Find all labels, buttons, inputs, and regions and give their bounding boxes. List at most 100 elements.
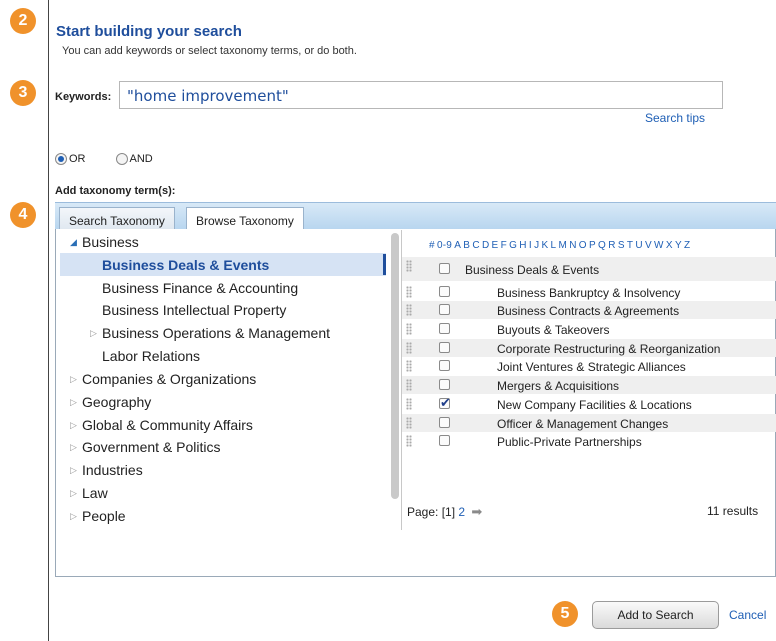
alpha-link[interactable]: T [627,240,633,251]
drag-handle-icon[interactable] [406,342,412,354]
tree-item-global-community[interactable]: ▷ Global & Community Affairs [70,417,253,433]
term-checkbox[interactable] [439,360,450,371]
collapsed-triangle-icon[interactable]: ▷ [70,397,77,408]
term-checkbox[interactable] [439,342,450,353]
tree-item-government[interactable]: ▷ Government & Politics [70,439,221,455]
tree-item-business-ip[interactable]: Business Intellectual Property [102,302,286,318]
or-radio[interactable] [55,153,67,165]
alpha-link[interactable]: F [501,240,507,251]
term-row[interactable]: New Company Facilities & Locations [402,395,776,413]
alpha-link[interactable]: Q [598,240,606,251]
or-radio-label: OR [69,153,86,165]
term-checkbox[interactable] [439,379,450,390]
add-to-search-button[interactable]: Add to Search [592,601,719,629]
next-arrow-icon[interactable]: ➡ [471,504,482,519]
tree-item-industries[interactable]: ▷ Industries [70,462,143,478]
search-tips-link[interactable]: Search tips [645,111,705,125]
term-checkbox[interactable] [439,286,450,297]
tree-item-companies[interactable]: ▷ Companies & Organizations [70,371,256,387]
keywords-input[interactable]: "home improvement" [119,81,723,109]
step-callout-4: 4 [10,202,36,228]
drag-handle-icon[interactable] [406,379,412,391]
tree-item-law[interactable]: ▷ Law [70,485,108,501]
term-row[interactable]: Business Bankruptcy & Insolvency [402,283,776,301]
alpha-link[interactable]: R [608,240,615,251]
collapsed-triangle-icon[interactable]: ▷ [70,442,77,453]
drag-handle-icon[interactable] [406,360,412,372]
term-row[interactable]: Joint Ventures & Strategic Alliances [402,357,776,375]
and-radio[interactable] [115,153,128,165]
alpha-link[interactable]: U [635,240,642,251]
collapsed-triangle-icon[interactable]: ▷ [70,465,77,476]
alpha-link[interactable]: 0-9 [437,240,452,251]
alpha-link[interactable]: N [569,240,576,251]
expanded-triangle-icon[interactable]: ◢ [70,237,77,248]
alpha-link[interactable]: K [541,240,548,251]
term-row[interactable]: Mergers & Acquisitions [402,376,776,394]
term-label: Business Bankruptcy & Insolvency [497,286,681,300]
alpha-link[interactable]: # [429,240,435,251]
term-row[interactable]: Corporate Restructuring & Reorganization [402,339,776,357]
drag-handle-icon[interactable] [406,435,412,447]
alpha-link[interactable]: O [579,240,587,251]
term-row[interactable]: Officer & Management Changes [402,414,776,432]
alpha-link[interactable]: C [472,240,479,251]
drag-handle-icon[interactable] [406,398,412,410]
term-checkbox-checked[interactable] [439,395,451,411]
alpha-link[interactable]: D [482,240,489,251]
drag-handle-icon[interactable] [406,417,412,429]
alpha-link[interactable]: V [645,240,652,251]
collapsed-triangle-icon[interactable]: ▷ [90,328,97,339]
page-title: Start building your search [56,23,242,40]
results-count: 11 results [707,504,759,518]
cancel-link[interactable]: Cancel [729,608,766,622]
alpha-link[interactable]: S [618,240,625,251]
term-label: Business Contracts & Agreements [497,304,680,318]
term-label: Business Deals & Events [465,263,600,277]
term-label: Joint Ventures & Strategic Alliances [497,360,686,374]
alpha-link[interactable]: E [492,240,499,251]
alpha-link[interactable]: L [551,240,557,251]
term-checkbox[interactable] [439,263,450,274]
tree-item-business[interactable]: ◢ Business [70,234,139,250]
alpha-link[interactable]: J [534,240,539,251]
alpha-link[interactable]: G [509,240,517,251]
term-checkbox[interactable] [439,323,450,334]
alpha-link[interactable]: W [654,240,664,251]
alpha-link[interactable]: H [519,240,526,251]
alpha-link[interactable]: M [558,240,567,251]
drag-handle-icon[interactable] [406,260,412,272]
alpha-link[interactable]: P [589,240,596,251]
alpha-link[interactable]: B [463,240,470,251]
tree-item-geography[interactable]: ▷ Geography [70,394,151,410]
term-checkbox[interactable] [439,435,450,446]
collapsed-triangle-icon[interactable]: ▷ [70,374,77,385]
tree-item-labor-relations[interactable]: Labor Relations [102,348,200,364]
tree-scrollbar[interactable] [391,233,399,499]
tree-item-business-deals-events[interactable]: Business Deals & Events [102,257,269,273]
term-label: New Company Facilities & Locations [497,398,692,412]
alpha-link[interactable]: X [666,240,673,251]
term-row[interactable]: Public-Private Partnerships [402,432,776,450]
drag-handle-icon[interactable] [406,323,412,335]
alpha-link[interactable]: A [454,240,461,251]
tree-item-people[interactable]: ▷ People [70,508,126,524]
term-checkbox[interactable] [439,304,450,315]
drag-handle-icon[interactable] [406,286,412,298]
tree-item-business-finance[interactable]: Business Finance & Accounting [102,280,298,296]
pagination: Page: [1] 2 ➡ [407,504,482,520]
term-checkbox[interactable] [439,417,450,428]
term-row[interactable]: Business Contracts & Agreements [402,301,776,319]
alpha-link[interactable]: Z [684,240,690,251]
alpha-link[interactable]: Y [675,240,682,251]
term-row[interactable]: Buyouts & Takeovers [402,320,776,338]
drag-handle-icon[interactable] [406,304,412,316]
alpha-link[interactable]: I [529,240,532,251]
term-row[interactable]: Business Deals & Events [402,257,776,281]
collapsed-triangle-icon[interactable]: ▷ [70,420,77,431]
collapsed-triangle-icon[interactable]: ▷ [70,511,77,522]
page-subtitle: You can add keywords or select taxonomy … [62,45,357,57]
tree-item-business-operations[interactable]: ▷ Business Operations & Management [90,325,330,341]
collapsed-triangle-icon[interactable]: ▷ [70,488,77,499]
pager-page-2-link[interactable]: 2 [458,505,465,519]
